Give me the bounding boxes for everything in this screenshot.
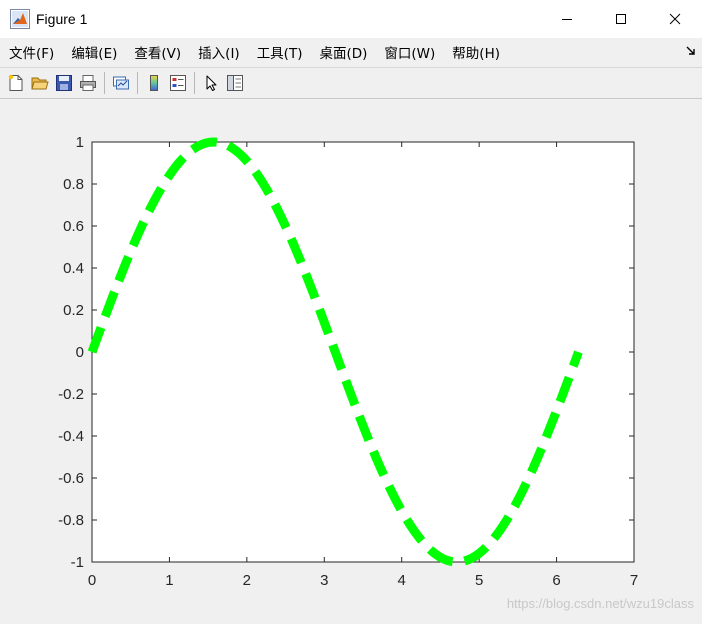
y-tick-label: 0 — [76, 344, 84, 361]
y-tick-label: -0.8 — [58, 512, 84, 529]
edit-plot-button[interactable] — [200, 72, 222, 94]
minimize-icon — [562, 19, 572, 20]
minimize-button[interactable] — [540, 0, 594, 38]
legend-icon — [170, 75, 186, 91]
menu-tools[interactable]: 工具(T) — [249, 42, 311, 62]
axes-box — [91, 141, 635, 563]
y-tick-label: -0.4 — [58, 428, 84, 445]
link-plot-button[interactable] — [110, 72, 132, 94]
plot-svg: 0 1 2 3 4 5 6 7 1 0.8 0.6 0.4 0.2 0 -0.2 -0.4 -0.6 -0.8 -1 — [58, 134, 638, 589]
legend-button[interactable] — [167, 72, 189, 94]
property-inspector-icon — [227, 75, 243, 91]
open-file-icon — [31, 77, 49, 90]
print-button[interactable] — [77, 72, 99, 94]
y-tick-label: -1 — [71, 554, 84, 571]
menu-window[interactable]: 窗口(W) — [376, 42, 443, 62]
toolbar-separator — [104, 72, 105, 94]
colorbar-button[interactable] — [143, 72, 165, 94]
x-tick-label: 3 — [320, 572, 328, 589]
toolbar-separator — [137, 72, 138, 94]
menu-bar: 文件(F) 编辑(E) 查看(V) 插入(I) 工具(T) 桌面(D) 窗口(W… — [0, 38, 702, 66]
toolbar — [0, 67, 702, 99]
x-tick-label: 5 — [475, 572, 483, 589]
open-file-button[interactable] — [29, 72, 51, 94]
title-bar[interactable]: Figure 1 — [0, 0, 702, 38]
close-button[interactable] — [648, 0, 702, 38]
new-figure-icon — [8, 74, 23, 91]
y-tick-label: -0.6 — [58, 470, 84, 487]
menu-help[interactable]: 帮助(H) — [444, 42, 508, 62]
x-tick-label: 1 — [165, 572, 173, 589]
x-tick-label: 2 — [243, 572, 251, 589]
new-figure-button[interactable] — [5, 72, 27, 94]
maximize-icon — [616, 14, 626, 24]
figure-canvas: 0 1 2 3 4 5 6 7 1 0.8 0.6 0.4 0.2 0 -0.2 -0.4 -0.6 -0.8 -1… — [0, 100, 702, 620]
link-plot-icon — [113, 76, 129, 90]
toolbar-separator — [194, 72, 195, 94]
colorbar-icon — [150, 75, 158, 91]
menu-view[interactable]: 查看(V) — [126, 42, 189, 62]
x-tick-label: 0 — [88, 572, 96, 589]
x-tick-label: 6 — [552, 572, 560, 589]
save-button[interactable] — [53, 72, 75, 94]
menu-insert[interactable]: 插入(I) — [190, 42, 248, 62]
matlab-icon — [10, 9, 30, 29]
y-tick-label: 0.6 — [63, 218, 84, 235]
edit-plot-icon — [206, 75, 217, 91]
window-controls — [540, 0, 702, 38]
x-tick-label: 7 — [630, 572, 638, 589]
figure-window: Figure 1 文件(F) 编辑(E) 查看(V) 插入(I) 工具(T) 桌… — [0, 0, 702, 620]
y-tick-label: 1 — [76, 134, 84, 151]
save-icon — [56, 75, 72, 91]
close-icon — [669, 13, 681, 25]
y-tick-label: 0.8 — [63, 176, 84, 193]
window-title: Figure 1 — [36, 11, 88, 27]
y-tick-label: -0.2 — [58, 386, 84, 403]
menu-desktop[interactable]: 桌面(D) — [311, 42, 375, 62]
print-icon — [80, 75, 96, 91]
maximize-button[interactable] — [594, 0, 648, 38]
y-tick-label: 0.4 — [63, 260, 84, 277]
menu-file[interactable]: 文件(F) — [1, 42, 62, 62]
property-inspector-button[interactable] — [224, 72, 246, 94]
y-tick-label: 0.2 — [63, 302, 84, 319]
menu-edit[interactable]: 编辑(E) — [63, 42, 125, 62]
watermark: https://blog.csdn.net/wzu19class — [506, 596, 694, 611]
x-tick-label: 4 — [398, 572, 406, 589]
dock-arrow-icon[interactable] — [686, 46, 696, 56]
